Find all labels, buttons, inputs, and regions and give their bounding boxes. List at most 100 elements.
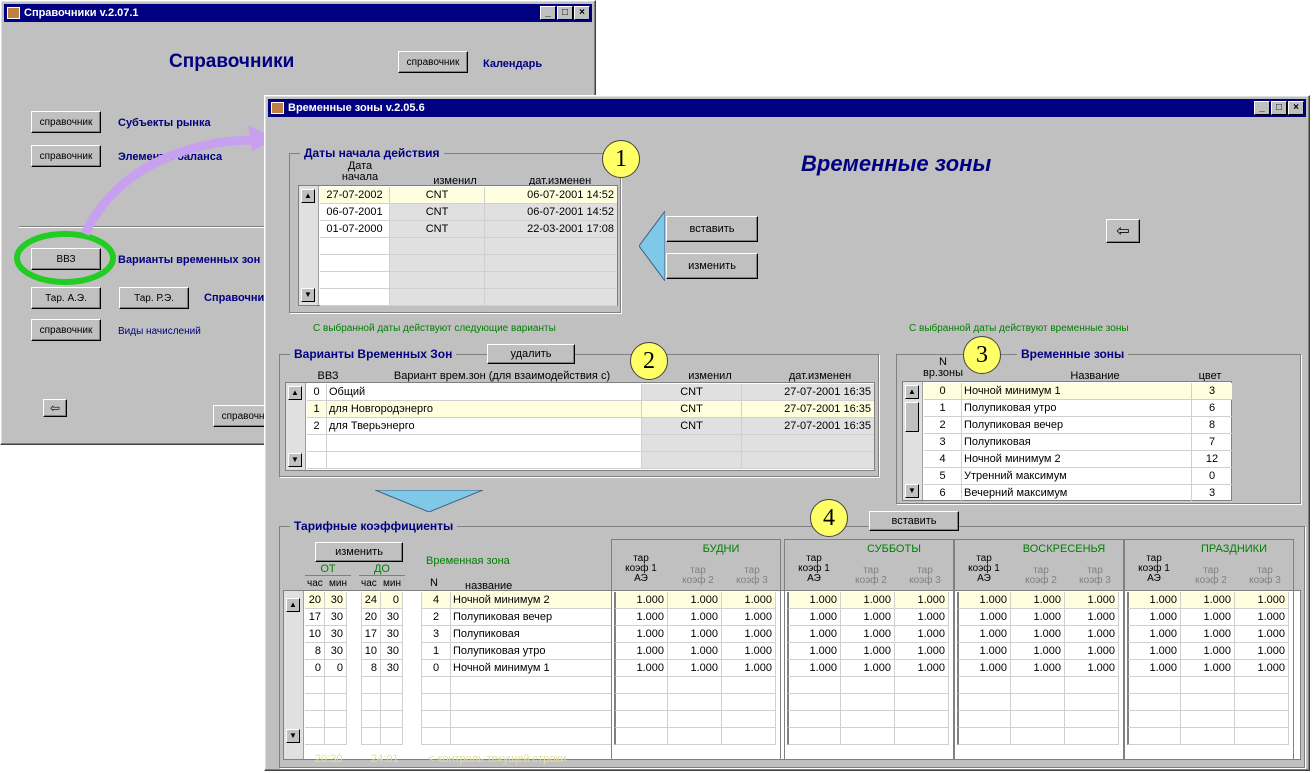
zones-grid[interactable]: ▲ ▼ 0 Ночной минимум 1 3 1 Полупиковая утро 6… bbox=[902, 381, 1232, 502]
to-hour-cell[interactable]: 17 bbox=[361, 626, 381, 643]
zone-name-cell[interactable]: Вечерний максимум bbox=[962, 485, 1192, 502]
scroll-up-icon[interactable]: ▲ bbox=[301, 189, 315, 203]
changed-by-cell[interactable]: CNT bbox=[390, 204, 485, 221]
variant-name-cell[interactable]: для Новгородэнерго bbox=[327, 401, 642, 418]
zone-n-cell[interactable]: 3 bbox=[924, 434, 962, 451]
to-min-cell[interactable] bbox=[381, 694, 403, 711]
zone-name-cell[interactable]: Полупиковая утро bbox=[962, 400, 1192, 417]
to-hour-cell[interactable] bbox=[361, 711, 381, 728]
changed-at-cell[interactable] bbox=[485, 238, 617, 255]
zone-name-cell[interactable]: Полупиковая вечер bbox=[962, 417, 1192, 434]
zone-n-cell[interactable] bbox=[421, 711, 451, 728]
zone-name-cell[interactable] bbox=[451, 711, 611, 728]
scroll-up-icon[interactable]: ▲ bbox=[286, 598, 300, 612]
from-hour-cell[interactable]: 8 bbox=[305, 643, 325, 660]
variant-by-cell[interactable]: CNT bbox=[642, 418, 742, 435]
zone-color-cell[interactable]: 12 bbox=[1192, 451, 1232, 468]
zone-n-cell[interactable]: 2 bbox=[924, 417, 962, 434]
from-min-cell[interactable] bbox=[325, 677, 347, 694]
from-hour-cell[interactable]: 0 bbox=[305, 660, 325, 677]
changed-at-cell[interactable] bbox=[485, 289, 617, 306]
scroll-down-icon[interactable]: ▼ bbox=[905, 484, 919, 498]
zones-scrollbar[interactable] bbox=[903, 382, 923, 500]
dates-grid[interactable]: ▲ ▼ 27-07-2002 CNT 06-07-2001 14:52 06-07-2… bbox=[298, 185, 618, 306]
to-min-cell[interactable] bbox=[381, 677, 403, 694]
zone-color-cell[interactable]: 6 bbox=[1192, 400, 1232, 417]
changed-at-cell[interactable] bbox=[485, 255, 617, 272]
close-button[interactable]: × bbox=[1288, 101, 1304, 115]
variant-name-cell[interactable]: Общий bbox=[327, 384, 642, 401]
variant-at-cell[interactable] bbox=[742, 435, 874, 452]
zone-name-cell[interactable]: Полупиковая утро bbox=[451, 643, 611, 660]
date-cell[interactable]: 06-07-2001 bbox=[320, 204, 390, 221]
changed-at-cell[interactable]: 06-07-2001 14:52 bbox=[485, 187, 617, 204]
to-min-cell[interactable] bbox=[381, 711, 403, 728]
to-hour-cell[interactable] bbox=[361, 694, 381, 711]
variant-by-cell[interactable] bbox=[642, 435, 742, 452]
variants-grid[interactable]: ▲ ▼ 0 Общий CNT 27-07-2001 16:35 1 для Новгор… bbox=[285, 382, 875, 471]
zone-name-cell[interactable]: Ночной минимум 2 bbox=[962, 451, 1192, 468]
from-min-cell[interactable]: 30 bbox=[325, 626, 347, 643]
changed-by-cell[interactable] bbox=[390, 238, 485, 255]
from-min-cell[interactable]: 0 bbox=[325, 660, 347, 677]
zone-n-cell[interactable]: 4 bbox=[924, 451, 962, 468]
date-cell[interactable]: 01-07-2000 bbox=[320, 221, 390, 238]
changed-by-cell[interactable] bbox=[390, 272, 485, 289]
to-hour-cell[interactable]: 24 bbox=[361, 592, 381, 609]
delete-button[interactable]: удалить bbox=[487, 344, 575, 364]
zone-name-cell[interactable]: Ночной минимум 2 bbox=[451, 592, 611, 609]
to-hour-cell[interactable]: 20 bbox=[361, 609, 381, 626]
zone-n-cell[interactable] bbox=[421, 694, 451, 711]
zone-n-cell[interactable]: 0 bbox=[421, 660, 451, 677]
close-button[interactable]: × bbox=[574, 6, 590, 20]
changed-by-cell[interactable]: CNT bbox=[390, 187, 485, 204]
to-hour-cell[interactable]: 8 bbox=[361, 660, 381, 677]
to-min-cell[interactable]: 30 bbox=[381, 643, 403, 660]
variant-n-cell[interactable]: 1 bbox=[307, 401, 327, 418]
variant-at-cell[interactable]: 27-07-2001 16:35 bbox=[742, 401, 874, 418]
changed-at-cell[interactable]: 22-03-2001 17:08 bbox=[485, 221, 617, 238]
zone-name-cell[interactable]: Утренний максимум bbox=[962, 468, 1192, 485]
zone-n-cell[interactable]: 5 bbox=[924, 468, 962, 485]
minimize-button[interactable]: _ bbox=[1254, 101, 1270, 115]
variant-at-cell[interactable]: 27-07-2001 16:35 bbox=[742, 418, 874, 435]
scroll-up-icon[interactable]: ▲ bbox=[905, 385, 919, 399]
changed-by-cell[interactable] bbox=[390, 255, 485, 272]
back-icon[interactable]: ⇦ bbox=[1106, 219, 1140, 243]
date-cell[interactable] bbox=[320, 238, 390, 255]
insert-tariff-button[interactable]: вставить bbox=[869, 511, 959, 531]
to-hour-cell[interactable]: 10 bbox=[361, 643, 381, 660]
calendar-ref-button[interactable]: справочник bbox=[398, 51, 468, 73]
change-tariff-button[interactable]: изменить bbox=[315, 542, 403, 562]
from-hour-cell[interactable] bbox=[305, 728, 325, 745]
accruals-button[interactable]: справочник bbox=[31, 319, 101, 341]
to-min-cell[interactable]: 30 bbox=[381, 660, 403, 677]
zone-color-cell[interactable]: 8 bbox=[1192, 417, 1232, 434]
changed-at-cell[interactable] bbox=[485, 272, 617, 289]
from-min-cell[interactable] bbox=[325, 728, 347, 745]
zone-name-cell[interactable] bbox=[451, 677, 611, 694]
zone-name-cell[interactable]: Ночной минимум 1 bbox=[962, 383, 1192, 400]
exit-icon[interactable]: ⇦ bbox=[43, 399, 67, 417]
zone-n-cell[interactable]: 4 bbox=[421, 592, 451, 609]
to-min-cell[interactable] bbox=[381, 728, 403, 745]
zone-name-cell[interactable] bbox=[451, 694, 611, 711]
zone-color-cell[interactable]: 7 bbox=[1192, 434, 1232, 451]
zone-name-cell[interactable]: Полупиковая bbox=[451, 626, 611, 643]
to-hour-cell[interactable] bbox=[361, 728, 381, 745]
zone-n-cell[interactable]: 1 bbox=[924, 400, 962, 417]
date-cell[interactable] bbox=[320, 272, 390, 289]
zone-name-cell[interactable] bbox=[451, 728, 611, 745]
zone-name-cell[interactable]: Полупиковая bbox=[962, 434, 1192, 451]
variant-name-cell[interactable] bbox=[327, 435, 642, 452]
from-hour-cell[interactable]: 20 bbox=[305, 592, 325, 609]
variant-n-cell[interactable]: 2 bbox=[307, 418, 327, 435]
changed-by-cell[interactable] bbox=[390, 289, 485, 306]
scroll-up-icon[interactable]: ▲ bbox=[288, 386, 302, 400]
changed-at-cell[interactable]: 06-07-2001 14:52 bbox=[485, 204, 617, 221]
from-hour-cell[interactable] bbox=[305, 711, 325, 728]
changed-by-cell[interactable]: CNT bbox=[390, 221, 485, 238]
from-hour-cell[interactable] bbox=[305, 694, 325, 711]
zone-color-cell[interactable]: 0 bbox=[1192, 468, 1232, 485]
zone-n-cell[interactable]: 3 bbox=[421, 626, 451, 643]
